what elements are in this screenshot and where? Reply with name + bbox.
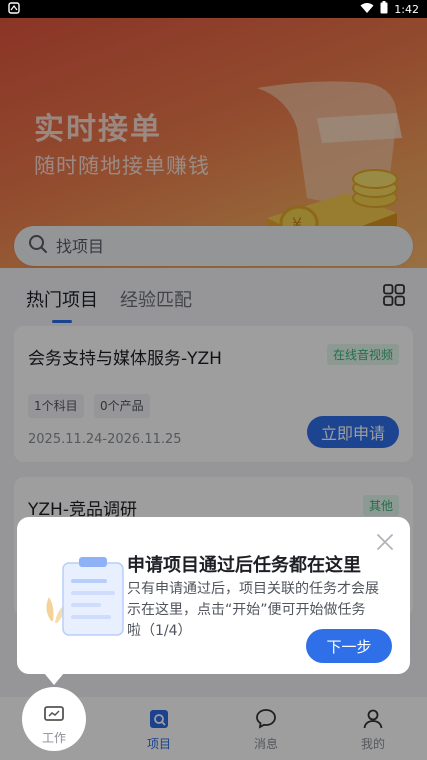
highlighted-nav-work-label: 工作: [41, 731, 66, 745]
clock-text: 1:42: [394, 2, 419, 16]
wifi-icon: [360, 2, 374, 17]
app-notification-icon: [8, 1, 20, 17]
next-step-button[interactable]: 下一步: [306, 629, 392, 663]
close-icon[interactable]: [376, 533, 394, 551]
guide-pointer: [44, 673, 64, 685]
battery-icon: [380, 1, 388, 17]
monitor-icon: [44, 706, 64, 721]
guide-title: 申请项目通过后任务都在这里: [127, 555, 361, 576]
highlighted-nav-work[interactable]: 工作: [22, 687, 86, 751]
status-bar: 1:42: [0, 0, 427, 18]
task-list-illustration-icon: [46, 557, 124, 636]
onboarding-guide-popup: 申请项目通过后任务都在这里 只有申请通过后，项目关联的任务才会展示在这里，点击“…: [17, 517, 410, 674]
